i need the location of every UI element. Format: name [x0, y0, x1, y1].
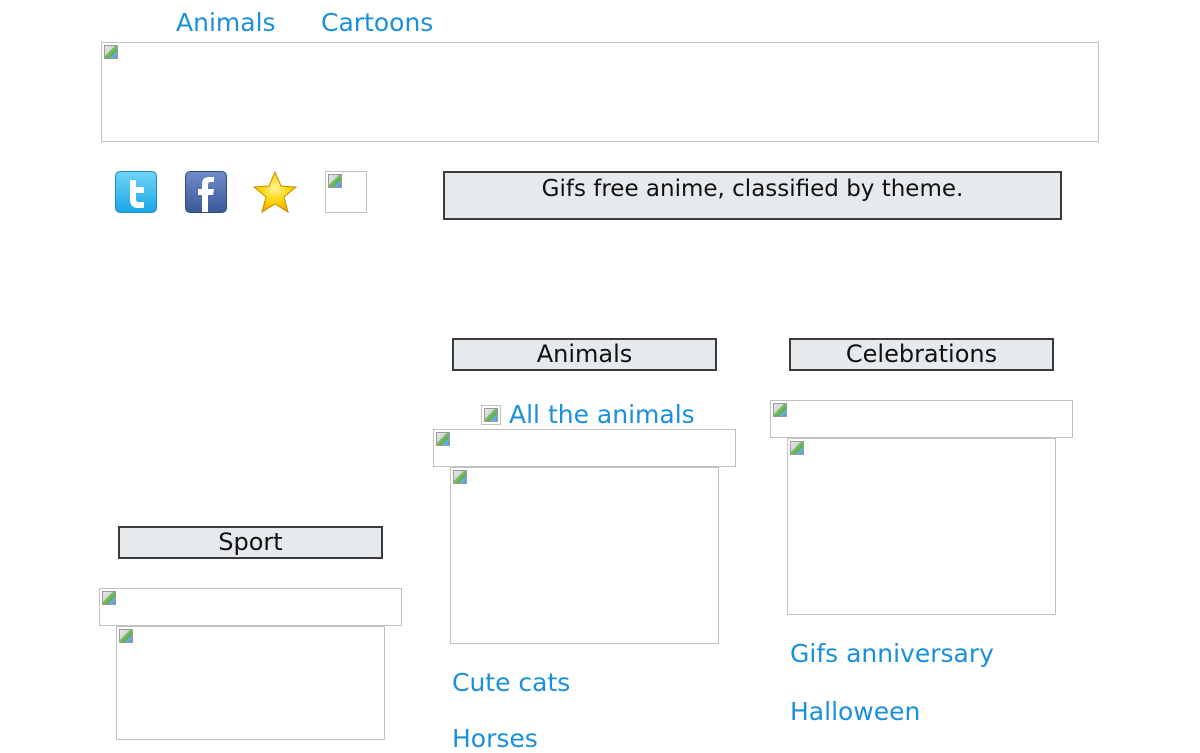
horses-link[interactable]: Horses — [452, 724, 538, 753]
star-icon[interactable] — [252, 170, 299, 214]
animals-preview-image[interactable] — [450, 467, 719, 644]
animals-bullet-image — [481, 405, 501, 425]
halloween-link[interactable]: Halloween — [790, 697, 920, 726]
animals-title-image[interactable] — [433, 429, 736, 467]
tagline-text: Gifs free anime, classified by theme. — [541, 176, 964, 202]
celebrations-preview-image[interactable] — [787, 438, 1056, 615]
celebrations-heading-text: Celebrations — [845, 340, 998, 368]
twitter-icon[interactable] — [115, 171, 157, 213]
nav-cartoons-link[interactable]: Cartoons — [321, 8, 433, 37]
celebrations-heading: Celebrations — [789, 338, 1054, 371]
social-extra-image[interactable] — [325, 171, 367, 213]
sport-preview-image[interactable] — [116, 626, 385, 740]
sport-title-image[interactable] — [99, 588, 402, 626]
gifs-anniversary-link[interactable]: Gifs anniversary — [790, 639, 994, 668]
cute-cats-link[interactable]: Cute cats — [452, 668, 570, 697]
celebrations-title-image[interactable] — [770, 400, 1073, 438]
all-animals-link[interactable]: All the animals — [509, 400, 695, 429]
banner-image — [101, 42, 1099, 142]
animals-heading: Animals — [452, 338, 717, 371]
facebook-icon[interactable] — [185, 171, 227, 213]
sport-heading: Sport — [118, 526, 383, 559]
sport-heading-text: Sport — [218, 528, 283, 556]
tagline-box: Gifs free anime, classified by theme. — [443, 171, 1062, 220]
animals-heading-text: Animals — [536, 340, 633, 368]
nav-animals-link[interactable]: Animals — [176, 8, 276, 37]
